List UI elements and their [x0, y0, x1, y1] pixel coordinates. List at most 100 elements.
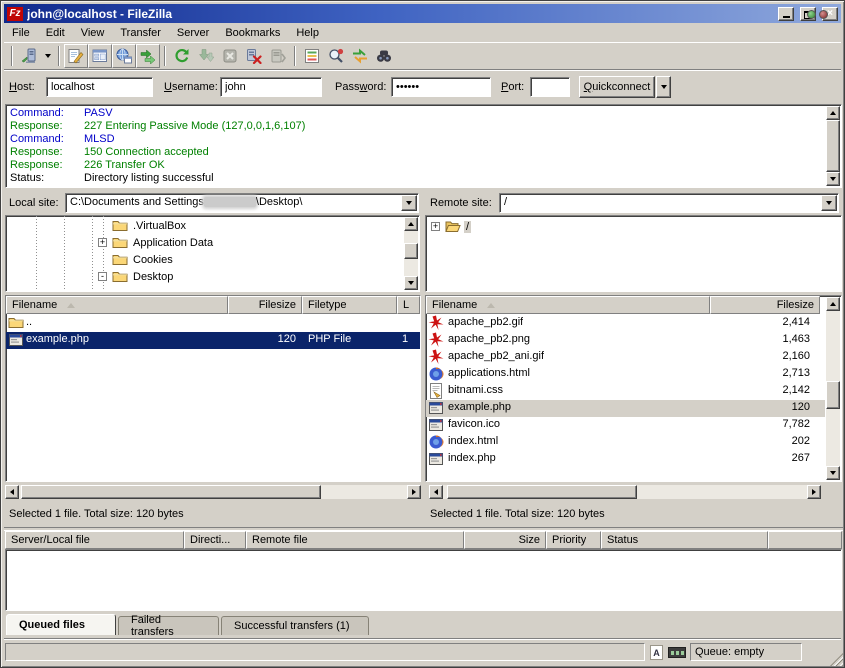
quickconnect-button[interactable]: Quickconnect: [579, 76, 655, 98]
scroll-up-button[interactable]: [404, 217, 418, 231]
password-input[interactable]: [391, 77, 491, 97]
remote-hscrollbar[interactable]: [429, 485, 821, 499]
queue-column-priority[interactable]: Priority: [546, 531, 601, 549]
menu-server[interactable]: Server: [169, 25, 217, 41]
remote-site-path-combo[interactable]: /: [499, 193, 839, 213]
tree-item-label: Cookies: [131, 254, 175, 266]
scroll-right-button[interactable]: [407, 485, 421, 499]
scroll-down-button[interactable]: [826, 172, 840, 186]
queue-column-status[interactable]: Status: [601, 531, 768, 549]
filesize-cell: 7,782: [726, 418, 810, 430]
protocol-indicator-icon[interactable]: [668, 647, 686, 658]
scrollbar-thumb[interactable]: [826, 120, 840, 172]
expand-plus-icon[interactable]: [431, 222, 440, 231]
synchronized-browsing-button[interactable]: [348, 44, 372, 68]
file-row-parent-dir[interactable]: ..: [6, 315, 420, 332]
column-header-filetype[interactable]: Filetype: [302, 296, 397, 314]
minimize-button[interactable]: [778, 7, 794, 21]
tree-item-application-data[interactable]: Application Data: [6, 234, 419, 251]
tab-failed-transfers[interactable]: Failed transfers: [118, 616, 219, 635]
scrollbar-thumb[interactable]: [21, 485, 321, 499]
site-manager-button[interactable]: [17, 44, 41, 68]
tab-queued-files[interactable]: Queued files: [6, 614, 116, 635]
scrollbar-thumb[interactable]: [826, 381, 840, 409]
column-header-filename[interactable]: Filename: [6, 296, 228, 314]
scroll-down-button[interactable]: [826, 466, 840, 480]
queue-column-remote-file[interactable]: Remote file: [246, 531, 464, 549]
column-header-filesize[interactable]: Filesize: [228, 296, 302, 314]
file-row[interactable]: index.html 202: [426, 434, 825, 451]
host-input[interactable]: [46, 77, 153, 97]
file-row[interactable]: apache_pb2.png 1,463: [426, 332, 825, 349]
file-row[interactable]: apache_pb2.gif 2,414: [426, 315, 825, 332]
username-input[interactable]: [220, 77, 322, 97]
file-row[interactable]: favicon.ico 7,782: [426, 417, 825, 434]
local-site-path-combo[interactable]: C:\Documents and Settings\Desktop\: [65, 193, 419, 213]
local-hscrollbar[interactable]: [5, 485, 421, 499]
scroll-up-button[interactable]: [826, 106, 840, 120]
directory-comparison-button[interactable]: [324, 44, 348, 68]
cancel-icon: [222, 48, 238, 64]
find-files-button[interactable]: [372, 44, 396, 68]
process-queue-button[interactable]: [194, 44, 218, 68]
remote-site-dropdown[interactable]: [821, 195, 837, 211]
tab-successful-transfers[interactable]: Successful transfers (1): [221, 616, 369, 635]
file-row-example-php[interactable]: example.php 120: [426, 400, 825, 417]
queue-column-local-file[interactable]: Server/Local file: [5, 531, 184, 549]
remote-list-scrollbar[interactable]: [826, 297, 840, 480]
toolbar-separator: [164, 46, 166, 66]
scroll-up-button[interactable]: [826, 297, 840, 311]
toggle-message-log-button[interactable]: [64, 44, 88, 68]
menu-view[interactable]: View: [73, 25, 113, 41]
tree-item-desktop[interactable]: Desktop: [6, 268, 419, 285]
column-header-filesize[interactable]: Filesize: [710, 296, 820, 314]
filter-button[interactable]: [300, 44, 324, 68]
menu-edit[interactable]: Edit: [38, 25, 73, 41]
scroll-down-button[interactable]: [404, 276, 418, 290]
collapse-minus-icon[interactable]: [98, 272, 107, 281]
column-header-filename[interactable]: Filename: [426, 296, 710, 314]
queue-splitter[interactable]: [4, 527, 843, 530]
queue-column-direction[interactable]: Directi...: [184, 531, 246, 549]
local-site-dropdown[interactable]: [401, 195, 417, 211]
cancel-button[interactable]: [218, 44, 242, 68]
toggle-local-tree-button[interactable]: [88, 44, 112, 68]
menu-file[interactable]: File: [4, 25, 38, 41]
tree-item-root[interactable]: /: [426, 218, 841, 235]
file-row[interactable]: apache_pb2_ani.gif 2,160: [426, 349, 825, 366]
file-row[interactable]: index.php 267: [426, 451, 825, 468]
log-scrollbar[interactable]: [826, 106, 840, 186]
tree-item-virtualbox[interactable]: .VirtualBox: [6, 217, 419, 234]
local-tree-scrollbar[interactable]: [404, 217, 418, 290]
file-row-example-php[interactable]: example.php 120 PHP File 1: [6, 332, 420, 349]
site-manager-dropdown[interactable]: [41, 45, 54, 67]
filename-cell: apache_pb2.png: [448, 333, 530, 345]
file-row[interactable]: applications.html 2,713: [426, 366, 825, 383]
reconnect-button[interactable]: [266, 44, 290, 68]
scrollbar-thumb[interactable]: [447, 485, 637, 499]
toggle-queue-button[interactable]: [136, 44, 160, 68]
queue-list[interactable]: [5, 549, 842, 611]
port-input[interactable]: [530, 77, 570, 97]
scroll-left-button[interactable]: [429, 485, 443, 499]
disconnect-button[interactable]: [242, 44, 266, 68]
local-selection-status: Selected 1 file. Total size: 120 bytes: [9, 508, 184, 520]
filesize-cell: 2,142: [726, 384, 810, 396]
tree-item-cookies[interactable]: Cookies: [6, 251, 419, 268]
expand-plus-icon[interactable]: [98, 238, 107, 247]
queue-column-size[interactable]: Size: [464, 531, 546, 549]
column-header-last-modified[interactable]: L: [397, 296, 420, 314]
html-file-icon: [428, 366, 444, 382]
scroll-right-button[interactable]: [807, 485, 821, 499]
toggle-remote-tree-button[interactable]: [112, 44, 136, 68]
menu-bar: File Edit View Transfer Server Bookmarks…: [4, 24, 841, 42]
quickconnect-dropdown[interactable]: [656, 76, 671, 98]
file-row[interactable]: bitnami.css 2,142: [426, 383, 825, 400]
scrollbar-thumb[interactable]: [404, 243, 418, 259]
menu-bookmarks[interactable]: Bookmarks: [217, 25, 288, 41]
refresh-button[interactable]: [170, 44, 194, 68]
menu-help[interactable]: Help: [288, 25, 327, 41]
scroll-left-button[interactable]: [5, 485, 19, 499]
menu-transfer[interactable]: Transfer: [112, 25, 169, 41]
transfer-type-indicator-icon[interactable]: A: [650, 645, 663, 660]
